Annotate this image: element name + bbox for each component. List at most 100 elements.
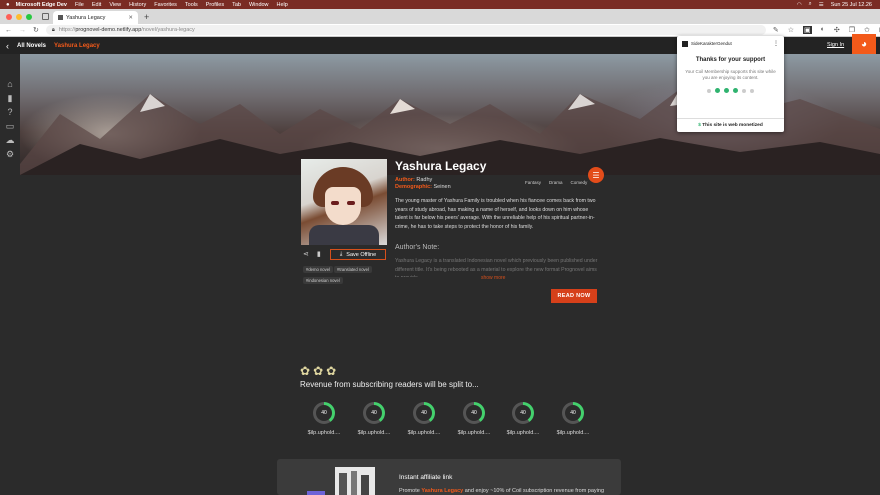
show-more-link[interactable]: show more <box>481 275 505 281</box>
close-window-button[interactable] <box>6 13 12 20</box>
new-tab-button[interactable]: + <box>144 12 149 22</box>
novel-tag[interactable]: #translated novel <box>334 266 372 273</box>
tab-actions-icon[interactable] <box>42 13 49 20</box>
authors-note-heading: Author's Note: <box>395 244 440 251</box>
novel-card: Yashura Legacy Author: Radhy Demographic… <box>300 159 607 286</box>
collections-icon[interactable]: ❐ <box>849 26 855 34</box>
popup-more-icon[interactable]: ⋮ <box>773 40 779 47</box>
novel-meta: Author: Radhy Demographic: Seinen <box>395 177 451 191</box>
menu-view[interactable]: View <box>109 2 121 8</box>
palette-button[interactable]: ◕ <box>852 34 876 54</box>
authors-note-text: Yashura Legacy is a translated Indonesia… <box>395 258 598 277</box>
read-aloud-icon[interactable]: ✎ <box>773 26 779 34</box>
url-scheme: https:// <box>58 27 76 33</box>
menu-help[interactable]: Help <box>277 2 288 8</box>
zoom-window-button[interactable] <box>26 13 32 20</box>
sign-in-link[interactable]: Sign In <box>827 42 844 48</box>
recipient-address: $ilp.uphold.... <box>506 430 540 436</box>
coil-extension-icon[interactable]: ▣ <box>803 26 812 34</box>
recipient-address: $ilp.uphold.... <box>407 430 441 436</box>
browser-toolbar: ✎ ☆ ▣ ◐ ✣ ❐ ✩ ⊞ ⋯ <box>773 26 880 34</box>
url-field[interactable]: 🔒︎ https://prognovel-demo.netlify.app/no… <box>45 25 766 35</box>
genre-tag[interactable]: Fantasy <box>525 180 541 185</box>
url-path: /novel/yashura-legacy <box>141 27 195 33</box>
novel-tag[interactable]: #indonesian novel <box>303 277 343 284</box>
genre-list: Fantasy Drama Comedy <box>525 180 587 185</box>
affiliate-text-after: and enjoy ~10% of Coil subscription reve… <box>464 488 605 494</box>
affiliate-novel-name: Yashura Legacy <box>421 488 464 494</box>
bookmark-add-icon[interactable]: ▮ <box>317 250 321 258</box>
dot-active <box>724 88 729 93</box>
breadcrumb-current[interactable]: Yashura Legacy <box>54 43 100 49</box>
popup-footer-text: This site is web monetized <box>702 123 763 128</box>
extension-icon[interactable]: ◐ <box>821 26 825 34</box>
save-offline-label: Save Offline <box>346 251 377 258</box>
favorite-star-icon[interactable]: ☆ <box>788 26 794 34</box>
read-now-button[interactable]: READ NOW <box>551 289 597 303</box>
menu-file[interactable]: File <box>75 2 84 8</box>
menu-favorites[interactable]: Favorites <box>154 2 177 8</box>
close-tab-icon[interactable]: ✕ <box>128 15 133 21</box>
menu-profiles[interactable]: Profiles <box>206 2 224 8</box>
popup-progress-dots <box>677 88 784 93</box>
share-icon[interactable]: ⋖ <box>303 250 309 258</box>
favorites-list-icon[interactable]: ✩ <box>864 26 870 34</box>
comment-icon[interactable]: ▭ <box>6 122 15 131</box>
lock-icon: 🔒︎ <box>51 26 55 33</box>
revenue-donut: 40 <box>313 402 335 424</box>
back-chevron-icon[interactable]: ‹ <box>6 41 9 51</box>
revenue-share-value: 40 <box>316 405 332 421</box>
back-icon[interactable]: ← <box>5 27 12 34</box>
browser-tab[interactable]: Yashura Legacy ✕ <box>53 11 138 24</box>
download-icon: ⤓ <box>339 251 343 257</box>
all-novels-link[interactable]: All Novels <box>17 43 46 49</box>
side-nav-rail: ⌂ ▮ ? ▭ ☁ ⚙ <box>0 80 20 159</box>
menu-app-name[interactable]: Microsoft Edge Dev <box>16 2 67 8</box>
revenue-donut: 40 <box>562 402 584 424</box>
home-icon[interactable]: ⌂ <box>7 80 12 89</box>
dot <box>750 88 754 93</box>
popup-text: Your Coil Membership supports this site … <box>685 69 776 80</box>
extensions-puzzle-icon[interactable]: ✣ <box>834 26 840 34</box>
popup-footer: $ This site is web monetized <box>677 118 784 132</box>
bookmark-icon[interactable]: ▮ <box>8 94 13 103</box>
author-label: Author: <box>395 177 415 183</box>
popup-title: Thanks for your support <box>695 57 766 63</box>
reload-icon[interactable]: ↻ <box>33 26 39 34</box>
window-controls <box>0 13 38 20</box>
clock-text[interactable]: Sun 25 Jul 12.26 <box>831 2 872 8</box>
menu-window[interactable]: Window <box>249 2 269 8</box>
demographic-label: Demographic: <box>395 184 432 190</box>
bookshelf-illustration <box>307 467 375 495</box>
palette-icon: ◕ <box>860 38 868 50</box>
revenue-donut: 40 <box>463 402 485 424</box>
minimize-window-button[interactable] <box>16 13 22 20</box>
menu-tab[interactable]: Tab <box>232 2 241 8</box>
search-icon[interactable]: ⌕ <box>809 1 812 8</box>
genre-tag[interactable]: Comedy <box>571 180 588 185</box>
author-name[interactable]: Radhy <box>416 177 432 183</box>
forward-icon[interactable]: → <box>19 27 26 34</box>
revenue-flowers-icon: ✿ ✿ ✿ <box>300 364 337 378</box>
settings-gear-icon[interactable]: ⚙ <box>6 150 14 159</box>
save-offline-button[interactable]: ⤓ Save Offline <box>330 249 386 260</box>
novel-tag[interactable]: #demo novel <box>303 266 333 273</box>
help-icon[interactable]: ? <box>7 108 12 117</box>
menu-edit[interactable]: Edit <box>92 2 101 8</box>
recipient-address: $ilp.uphold.... <box>307 430 341 436</box>
genre-tag[interactable]: Drama <box>549 180 563 185</box>
menu-history[interactable]: History <box>129 2 146 8</box>
recipient-address: $ilp.uphold.... <box>357 430 391 436</box>
control-center-icon[interactable]: ☰ <box>819 2 824 8</box>
dot <box>742 88 746 93</box>
synopsis-text: The young master of Yashura Family is tr… <box>395 198 596 230</box>
wifi-icon[interactable]: ◠ <box>797 2 802 8</box>
apple-icon[interactable]: ● <box>6 2 10 8</box>
table-of-contents-button[interactable]: ☰ <box>588 167 604 183</box>
cloud-upload-icon[interactable]: ☁ <box>6 136 15 145</box>
revenue-share-value: 40 <box>416 405 432 421</box>
browser-tab-strip: Yashura Legacy ✕ + <box>0 9 880 24</box>
novel-cover-image <box>301 159 387 245</box>
menu-tools[interactable]: Tools <box>185 2 198 8</box>
revenue-share-value: 40 <box>565 405 581 421</box>
